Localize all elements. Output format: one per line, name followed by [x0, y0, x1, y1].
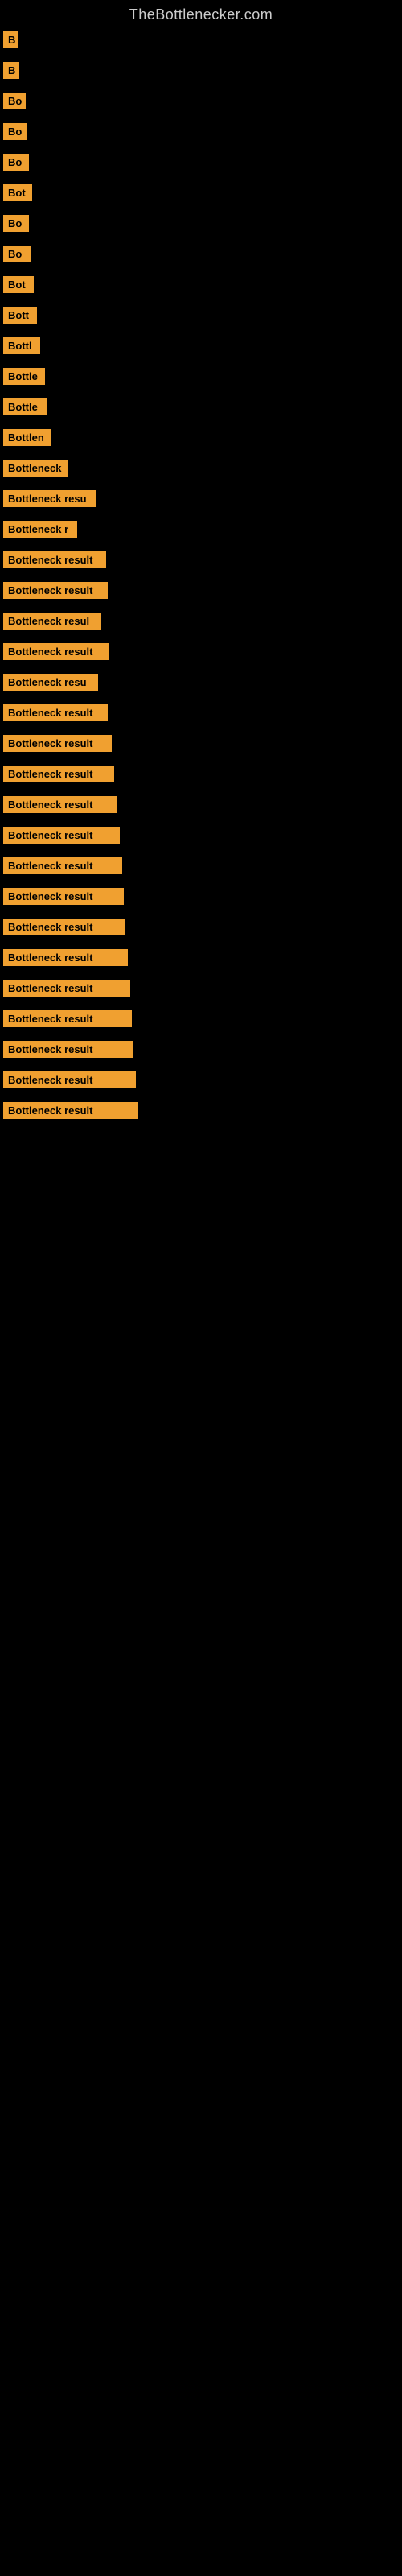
bottleneck-result-label: Bottleneck result	[3, 766, 114, 782]
bottleneck-result-label: Bottleneck result	[3, 582, 108, 599]
bottleneck-result-label: B	[3, 31, 18, 48]
list-item: Bottl	[0, 332, 402, 363]
bottleneck-result-label: Bottleneck result	[3, 1010, 132, 1027]
list-item: Bottleneck result	[0, 1067, 402, 1097]
list-item: Bottleneck result	[0, 1005, 402, 1036]
bottleneck-result-label: Bottleneck result	[3, 1041, 133, 1058]
list-item: Bottleneck result	[0, 975, 402, 1005]
bottleneck-result-label: Bottleneck	[3, 460, 68, 477]
bottleneck-result-label: Bo	[3, 93, 26, 109]
list-item: Bo	[0, 149, 402, 180]
bottleneck-result-label: Bottleneck resu	[3, 490, 96, 507]
site-title: TheBottlenecker.com	[0, 0, 402, 27]
list-item: Bo	[0, 118, 402, 149]
list-item: Bottleneck result	[0, 638, 402, 669]
bottleneck-result-label: Bottleneck result	[3, 949, 128, 966]
list-item: Bot	[0, 271, 402, 302]
list-item: Bottleneck result	[0, 944, 402, 975]
list-item: Bottleneck result	[0, 700, 402, 730]
list-item: Bo	[0, 241, 402, 271]
list-item: Bottle	[0, 363, 402, 394]
list-item: Bot	[0, 180, 402, 210]
list-item: Bottle	[0, 394, 402, 424]
bottleneck-result-label: Bottleneck result	[3, 980, 130, 997]
list-item: Bottleneck result	[0, 547, 402, 577]
list-item: Bottleneck result	[0, 883, 402, 914]
list-item: Bottleneck result	[0, 577, 402, 608]
bottleneck-result-label: Bottleneck result	[3, 796, 117, 813]
list-item: Bottlen	[0, 424, 402, 455]
bottleneck-result-label: Bottle	[3, 398, 47, 415]
list-item: Bottleneck result	[0, 914, 402, 944]
bottleneck-result-label: Bottleneck resu	[3, 674, 98, 691]
list-item: Bottleneck	[0, 455, 402, 485]
bottleneck-result-label: Bottleneck result	[3, 1071, 136, 1088]
bottleneck-result-label: Bottlen	[3, 429, 51, 446]
list-item: B	[0, 27, 402, 57]
list-item: Bottleneck resu	[0, 485, 402, 516]
list-item: Bottleneck result	[0, 822, 402, 852]
list-item: Bo	[0, 210, 402, 241]
bottleneck-result-label: Bott	[3, 307, 37, 324]
bottleneck-result-label: Bottl	[3, 337, 40, 354]
list-item: Bottleneck r	[0, 516, 402, 547]
bottleneck-result-label: Bottleneck result	[3, 551, 106, 568]
bottleneck-result-label: Bo	[3, 154, 29, 171]
bottleneck-result-label: Bo	[3, 123, 27, 140]
bottleneck-result-label: Bottleneck result	[3, 643, 109, 660]
rows-container: BB Bo Bo Bo Bot Bo Bo Bot Bott Bottl Bottle Bottle B…	[0, 27, 402, 1128]
list-item: Bottleneck result	[0, 761, 402, 791]
list-item: Bottleneck result	[0, 1097, 402, 1128]
bottleneck-result-label: B	[3, 62, 19, 79]
bottleneck-result-label: Bo	[3, 215, 29, 232]
bottleneck-result-label: Bottleneck r	[3, 521, 77, 538]
list-item: Bottleneck result	[0, 730, 402, 761]
bottleneck-result-label: Bo	[3, 246, 31, 262]
bottleneck-result-label: Bottleneck result	[3, 857, 122, 874]
list-item: B	[0, 57, 402, 88]
bottleneck-result-label: Bottleneck result	[3, 735, 112, 752]
bottleneck-result-label: Bot	[3, 184, 32, 201]
list-item: Bottleneck result	[0, 1036, 402, 1067]
list-item: Bottleneck resu	[0, 669, 402, 700]
list-item: Bottleneck result	[0, 852, 402, 883]
bottleneck-result-label: Bottleneck result	[3, 919, 125, 935]
bottleneck-result-label: Bot	[3, 276, 34, 293]
list-item: Bott	[0, 302, 402, 332]
bottleneck-result-label: Bottleneck result	[3, 1102, 138, 1119]
bottleneck-result-label: Bottleneck resul	[3, 613, 101, 630]
bottleneck-result-label: Bottleneck result	[3, 888, 124, 905]
bottleneck-result-label: Bottle	[3, 368, 45, 385]
list-item: Bottleneck result	[0, 791, 402, 822]
list-item: Bottleneck resul	[0, 608, 402, 638]
bottleneck-result-label: Bottleneck result	[3, 704, 108, 721]
bottleneck-result-label: Bottleneck result	[3, 827, 120, 844]
list-item: Bo	[0, 88, 402, 118]
